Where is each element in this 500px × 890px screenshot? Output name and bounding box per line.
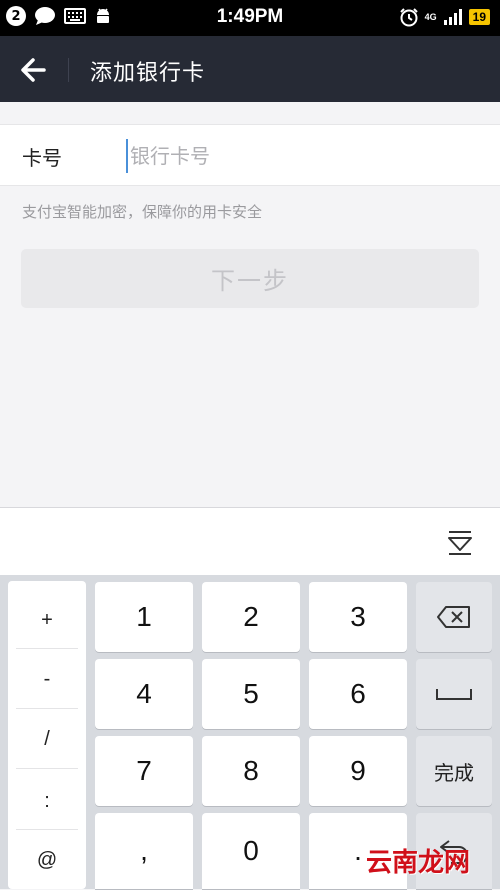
watermark-logo: 云南龙网 bbox=[366, 848, 471, 878]
card-number-input[interactable] bbox=[126, 139, 482, 173]
card-number-row: 卡号 bbox=[0, 124, 500, 186]
done-key[interactable]: 完成 bbox=[416, 736, 492, 806]
key-8[interactable]: 8 bbox=[202, 736, 300, 806]
key-7[interactable]: 7 bbox=[95, 736, 193, 806]
key-2[interactable]: 2 bbox=[202, 582, 300, 652]
signal-icon bbox=[443, 9, 462, 25]
backspace-key[interactable] bbox=[416, 582, 492, 652]
key-9[interactable]: 9 bbox=[309, 736, 407, 806]
keyboard-collapse-icon bbox=[448, 531, 472, 555]
alarm-icon bbox=[399, 8, 418, 27]
page-title: 添加银行卡 bbox=[90, 61, 206, 86]
card-number-label: 卡号 bbox=[22, 146, 62, 170]
space-key[interactable] bbox=[416, 659, 492, 729]
next-step-button[interactable]: 下一步 bbox=[21, 249, 479, 308]
key-3[interactable]: 3 bbox=[309, 582, 407, 652]
arrow-left-icon bbox=[21, 58, 46, 82]
title-divider bbox=[68, 58, 69, 82]
back-button[interactable] bbox=[14, 50, 54, 90]
key-minus[interactable]: - bbox=[8, 649, 86, 709]
key-1[interactable]: 1 bbox=[95, 582, 193, 652]
key-at[interactable]: @ bbox=[8, 830, 86, 890]
keyboard-toolbar bbox=[0, 507, 500, 576]
key-slash[interactable]: / bbox=[8, 709, 86, 769]
key-plus[interactable]: + bbox=[8, 590, 86, 650]
security-hint: 支付宝智能加密，保障你的用卡安全 bbox=[22, 203, 263, 221]
key-0[interactable]: 0 bbox=[202, 813, 300, 889]
key-4[interactable]: 4 bbox=[95, 659, 193, 729]
status-right-icons: 4G 19 bbox=[399, 7, 490, 27]
key-5[interactable]: 5 bbox=[202, 659, 300, 729]
backspace-icon bbox=[437, 606, 470, 628]
symbol-column: + - / : @ bbox=[8, 581, 86, 889]
title-bar: 添加银行卡 bbox=[0, 36, 500, 102]
status-bar: 2 1:49PM 4G 19 bbox=[0, 0, 500, 36]
network-type: 4G bbox=[424, 12, 437, 22]
key-6[interactable]: 6 bbox=[309, 659, 407, 729]
key-colon[interactable]: : bbox=[8, 771, 86, 831]
space-icon bbox=[436, 689, 472, 700]
symbol-divider bbox=[16, 768, 78, 769]
key-comma[interactable]: , bbox=[95, 813, 193, 889]
keyboard-collapse-button[interactable] bbox=[444, 526, 476, 558]
battery-level: 19 bbox=[468, 9, 490, 25]
